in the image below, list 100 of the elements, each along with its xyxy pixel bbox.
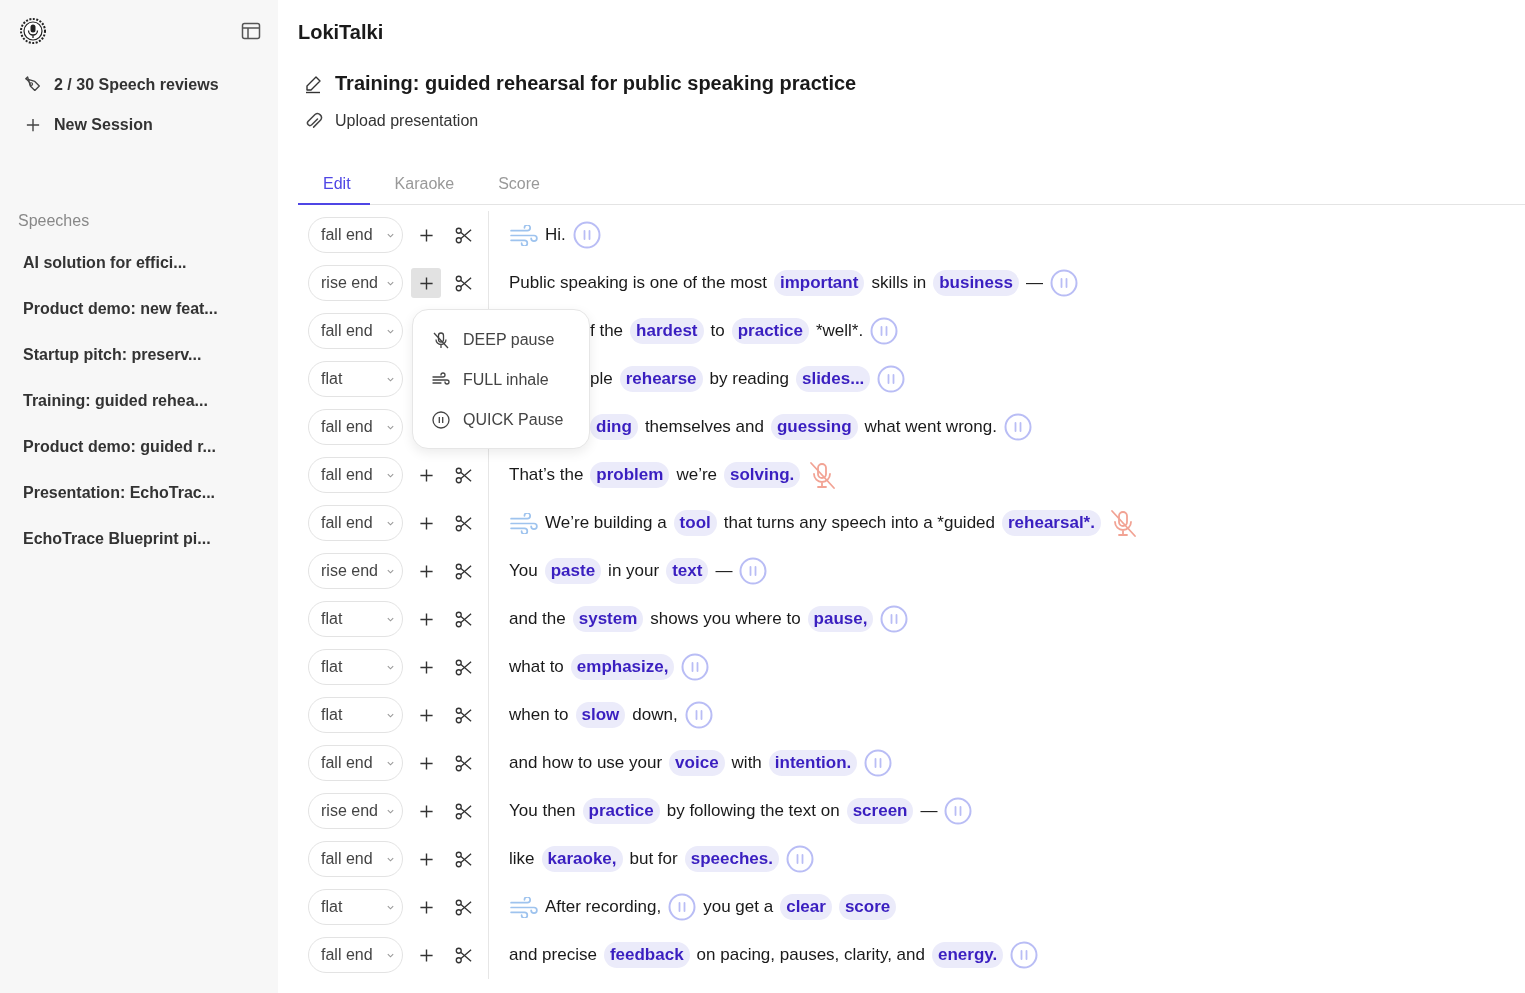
sentence-text: themselves and <box>644 417 764 437</box>
sentence-text: ple <box>590 369 613 389</box>
sentence-text: — <box>920 801 938 821</box>
plus-icon <box>418 227 434 243</box>
plus-icon <box>418 563 434 579</box>
emphasis-word[interactable]: solving. <box>724 462 801 488</box>
emphasis-word[interactable]: voice <box>669 750 725 776</box>
speech-item[interactable]: Training: guided rehea... <box>23 391 278 411</box>
emphasis-word[interactable]: clear <box>780 894 832 920</box>
emphasis-word[interactable]: energy. <box>932 942 1004 968</box>
scissors-icon[interactable] <box>454 849 473 869</box>
sentence-text: by following the text on <box>666 801 840 821</box>
emphasis-word[interactable]: rehearse <box>619 366 703 392</box>
sentence-text: skills in <box>871 273 927 293</box>
sentence-text: and how to use your <box>509 753 663 773</box>
emphasis-word[interactable]: slides... <box>795 366 871 392</box>
speech-item[interactable]: Startup pitch: preserv... <box>23 345 278 365</box>
plus-icon <box>418 515 434 531</box>
plus-icon <box>418 659 434 675</box>
sentence-text: down, <box>632 705 678 725</box>
scissors-icon[interactable] <box>454 657 473 677</box>
sentence-text: — <box>1025 273 1043 293</box>
review-usage: 2 / 30 Speech reviews <box>54 76 219 94</box>
sentence-text: but for <box>629 849 678 869</box>
emphasis-word[interactable]: slow <box>575 702 626 728</box>
sentence-text: we’re <box>676 465 718 485</box>
scissors-icon[interactable] <box>454 753 473 773</box>
scissors-icon[interactable] <box>454 801 473 821</box>
emphasis-word[interactable]: karaoke, <box>541 846 623 872</box>
menu-item-label: DEEP pause <box>463 331 555 349</box>
emphasis-word[interactable]: important <box>774 270 865 296</box>
emphasis-word[interactable]: text <box>666 558 709 584</box>
sentence-text: you get a <box>703 897 774 917</box>
speech-item[interactable]: AI solution for effici... <box>23 253 278 273</box>
scissors-icon[interactable] <box>454 273 473 293</box>
plus-icon <box>418 467 434 483</box>
speech-item[interactable]: Product demo: guided r... <box>23 437 278 457</box>
section-heading: Speeches <box>18 212 91 230</box>
plus-icon <box>418 707 434 723</box>
add-button[interactable] <box>411 268 441 298</box>
emphasis-word[interactable]: system <box>572 606 644 632</box>
emphasis-word[interactable]: intention. <box>768 750 858 776</box>
sentence-text: That’s the <box>509 465 584 485</box>
plus-icon <box>418 611 434 627</box>
emphasis-word[interactable]: emphasize, <box>570 654 675 680</box>
microphone-logo-icon[interactable] <box>20 18 46 44</box>
emphasis-word[interactable]: screen <box>846 798 914 824</box>
sentence-text: on pacing, pauses, clarity, and <box>696 945 925 965</box>
menu-item-label: FULL inhale <box>463 371 549 389</box>
pause-icon <box>431 410 451 430</box>
emphasis-word[interactable]: practice <box>731 318 809 344</box>
sidebar-toggle-icon[interactable] <box>241 21 261 41</box>
emphasis-word[interactable]: tool <box>673 510 717 536</box>
emphasis-word[interactable]: feedback <box>603 942 690 968</box>
scissors-icon[interactable] <box>454 465 473 485</box>
sentence-text: — <box>715 561 733 581</box>
sentence-text: that turns any speech into a *guided <box>723 513 995 533</box>
speech-item[interactable]: EchoTrace Blueprint pi... <box>23 529 278 549</box>
sentence-text: and precise <box>509 945 597 965</box>
emphasis-word[interactable]: guessing <box>770 414 858 440</box>
sentence-text: to <box>710 321 725 341</box>
sentence-text: and the <box>509 609 566 629</box>
emphasis-word[interactable]: ding <box>590 414 638 440</box>
sentence-text: in your <box>608 561 660 581</box>
scissors-icon[interactable] <box>454 945 473 965</box>
plus-icon <box>26 118 40 132</box>
menu-item-label: QUICK Pause <box>463 411 564 429</box>
emphasis-word[interactable]: pause, <box>807 606 874 632</box>
speech-item[interactable]: Product demo: new feat... <box>23 299 278 319</box>
scissors-icon[interactable] <box>454 225 473 245</box>
emphasis-word[interactable]: paste <box>544 558 602 584</box>
plus-icon <box>418 899 434 915</box>
tab[interactable]: Edit <box>298 167 370 205</box>
sentence-text: Hi. <box>545 225 566 245</box>
plus-icon <box>418 755 434 771</box>
sentence-text: You then <box>509 801 576 821</box>
upload-presentation-link[interactable]: Upload presentation <box>335 112 479 130</box>
speech-title: Training: guided rehearsal for public speaking practice <box>335 72 857 95</box>
emphasis-word[interactable]: speeches. <box>684 846 779 872</box>
scissors-icon[interactable] <box>454 609 473 629</box>
emphasis-word[interactable]: rehearsal*. <box>1002 510 1101 536</box>
speech-item[interactable]: Presentation: EchoTrac... <box>23 483 278 503</box>
sentence-text: *well*. <box>815 321 864 341</box>
new-session-button[interactable]: New Session <box>26 116 153 134</box>
emphasis-word[interactable]: problem <box>590 462 670 488</box>
emphasis-word[interactable]: business <box>933 270 1019 296</box>
sentence-text: by reading <box>709 369 789 389</box>
sentence-text: shows you where to <box>650 609 801 629</box>
sentence-text: what to <box>509 657 564 677</box>
plus-icon <box>418 851 434 867</box>
emphasis-word[interactable]: practice <box>582 798 660 824</box>
sentence-text: when to <box>509 705 569 725</box>
scissors-icon[interactable] <box>454 897 473 917</box>
scissors-icon[interactable] <box>454 561 473 581</box>
emphasis-word[interactable]: score <box>838 894 897 920</box>
emphasis-word[interactable]: hardest <box>630 318 704 344</box>
plus-icon <box>418 803 434 819</box>
scissors-icon[interactable] <box>454 513 473 533</box>
scissors-icon[interactable] <box>454 705 473 725</box>
muted-microphone-icon <box>431 330 451 350</box>
